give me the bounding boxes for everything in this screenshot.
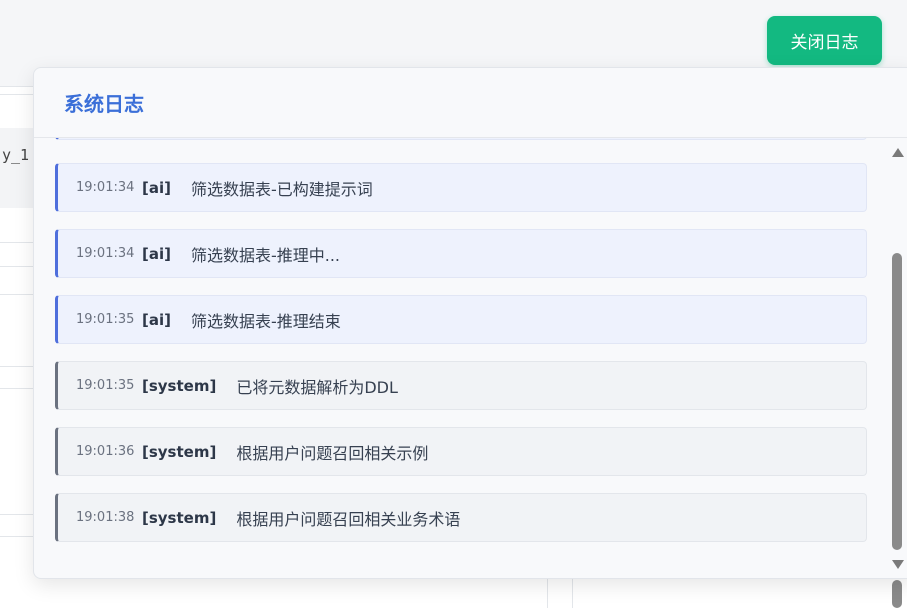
page-scrollbar-thumb[interactable] — [892, 580, 902, 608]
log-message: 根据用户问题召回相关业务术语 — [236, 509, 461, 529]
log-entry: 19:01:34 [ai] 筛选数据表-已构建提示词 — [55, 163, 867, 212]
log-time: 19:01:34 — [76, 180, 135, 195]
log-type: [ai] — [142, 310, 171, 329]
log-entry: 19:01:35 [system] 已将元数据解析为DDL — [55, 361, 867, 410]
log-type: [system] — [142, 508, 217, 527]
log-entry: 19:01:36 [system] 根据用户问题召回相关示例 — [55, 427, 867, 476]
log-entry: 19:01:38 [system] 根据用户问题召回相关业务术语 — [55, 493, 867, 542]
log-panel-header: 系统日志 — [34, 68, 907, 138]
log-entry-partial — [55, 138, 867, 140]
log-list[interactable]: 19:01:34 [ai] 筛选数据表-已构建提示词 19:01:34 [ai]… — [34, 138, 892, 578]
log-message: 筛选数据表-已构建提示词 — [190, 179, 373, 199]
scroll-up-arrow-icon[interactable] — [892, 148, 904, 157]
scroll-down-arrow-icon[interactable] — [892, 560, 904, 569]
log-type: [system] — [142, 442, 217, 461]
log-time: 19:01:34 — [76, 246, 135, 261]
log-message: 根据用户问题召回相关示例 — [236, 443, 429, 463]
log-panel-title: 系统日志 — [64, 92, 144, 116]
log-time: 19:01:35 — [76, 312, 135, 327]
system-log-panel: 系统日志 19:01:34 [ai] 筛选数据表-已构建提示词 19:01:34… — [33, 67, 907, 579]
log-message: 已将元数据解析为DDL — [236, 377, 398, 397]
log-message: 筛选数据表-推理结束 — [190, 311, 341, 331]
log-type: [system] — [142, 376, 217, 395]
log-time: 19:01:35 — [76, 378, 135, 393]
log-scrollbar[interactable] — [888, 140, 907, 575]
log-type: [ai] — [142, 178, 171, 197]
log-entry: 19:01:35 [ai] 筛选数据表-推理结束 — [55, 295, 867, 344]
log-message: 筛选数据表-推理中... — [190, 245, 341, 265]
log-type: [ai] — [142, 244, 171, 263]
close-log-button[interactable]: 关闭日志 — [767, 16, 882, 65]
log-scrollbar-thumb[interactable] — [892, 253, 902, 550]
log-time: 19:01:36 — [76, 444, 135, 459]
log-entry: 19:01:34 [ai] 筛选数据表-推理中... — [55, 229, 867, 278]
log-time: 19:01:38 — [76, 510, 135, 525]
